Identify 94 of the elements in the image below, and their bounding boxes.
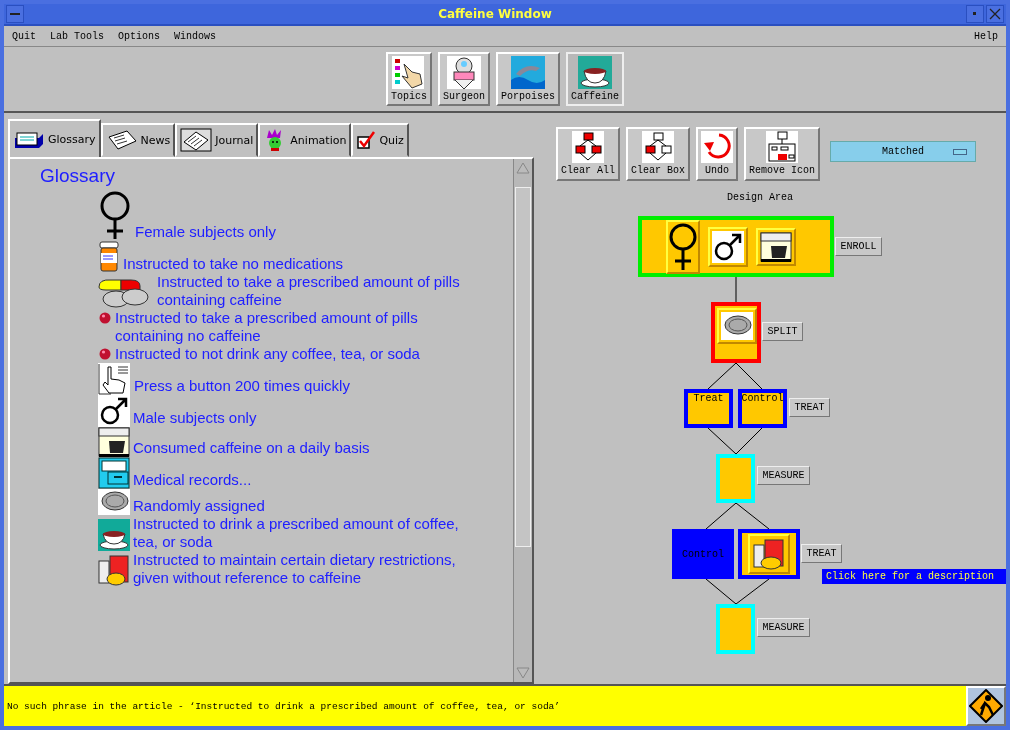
- glossary-term[interactable]: Male subjects only: [133, 409, 257, 427]
- flowchart-icon: [642, 131, 674, 163]
- book-icon: [180, 128, 213, 152]
- match-dropdown[interactable]: Matched: [830, 141, 977, 162]
- design-tool-button[interactable]: Remove Icon: [744, 127, 821, 181]
- glossary-term[interactable]: Randomly assigned: [133, 497, 265, 515]
- glossary-term[interactable]: Female subjects only: [135, 223, 276, 241]
- male-symbol-icon: [98, 395, 130, 427]
- connector-line: [705, 502, 770, 530]
- minimize-button[interactable]: [966, 5, 984, 23]
- glossary-term[interactable]: Instructed to take a prescribed amount of pills containing no caffeine: [115, 309, 468, 345]
- glossary-term[interactable]: Instructed to take no medications: [123, 255, 344, 273]
- coffee-cup-icon: [98, 519, 130, 551]
- newspaper-icon: [105, 129, 138, 151]
- step-label-button[interactable]: TREAT: [789, 398, 830, 417]
- coffee-cup-icon: [578, 56, 612, 89]
- menu-item[interactable]: Windows: [174, 30, 217, 42]
- step-label-button[interactable]: TREAT: [801, 544, 842, 563]
- checkbox-tick-icon: [356, 130, 377, 150]
- diagram-icon: [766, 131, 799, 163]
- toolbar-button[interactable]: Surgeon: [438, 52, 490, 106]
- menu-item[interactable]: Lab Tools: [50, 30, 105, 42]
- design-tool-button[interactable]: Clear All: [556, 127, 620, 181]
- scrollbar-thumb[interactable]: [515, 187, 531, 547]
- group-box[interactable]: Treat: [684, 389, 733, 428]
- icon-tile[interactable]: [717, 308, 757, 344]
- dropdown-indicator-icon: [953, 149, 968, 155]
- step-label-button[interactable]: MEASURE: [757, 466, 810, 485]
- glossary-term[interactable]: Press a button 200 times quickly: [134, 377, 350, 395]
- design-area-label: Design Area: [727, 192, 793, 203]
- surgeon-icon: [447, 56, 481, 89]
- finger-pressing-icon: [98, 363, 131, 395]
- coin-icon: [98, 489, 130, 515]
- icon-tile[interactable]: [756, 227, 796, 266]
- coffee-maker-icon: [760, 231, 792, 262]
- connector-line: [705, 578, 770, 605]
- split-box[interactable]: [711, 302, 761, 363]
- glossary-term[interactable]: Instructed to drink a prescribed amount of coffee, tea, or soda: [133, 515, 468, 551]
- dolphin-icon: [511, 56, 545, 89]
- tab[interactable]: News: [100, 123, 176, 157]
- minimize-icon: [973, 12, 977, 16]
- enroll-box[interactable]: [638, 216, 834, 277]
- construction-sign-icon: [969, 689, 1003, 723]
- window-menu-icon: [10, 11, 20, 17]
- help-menu[interactable]: Help: [974, 30, 998, 42]
- tab[interactable]: Animation: [258, 123, 352, 157]
- pill-bottle-icon: [98, 241, 120, 273]
- filing-cabinet-icon: [98, 457, 130, 489]
- male-symbol-icon: [712, 230, 744, 263]
- icon-tile[interactable]: [708, 226, 748, 267]
- design-tool-button[interactable]: Undo: [696, 127, 739, 181]
- step-label-button[interactable]: SPLIT: [762, 322, 803, 341]
- tab[interactable]: Quiz: [351, 123, 409, 157]
- design-tool-button[interactable]: Clear Box: [626, 127, 691, 181]
- scrollbar[interactable]: [513, 159, 532, 682]
- tooltip[interactable]: Click here for a description: [822, 569, 1006, 584]
- glossary-term[interactable]: Instructed to not drink any coffee, tea, or soda: [115, 345, 420, 363]
- connector-line: [707, 362, 763, 390]
- connector-line: [707, 427, 763, 455]
- group-box[interactable]: Control: [738, 389, 787, 428]
- icon-tile[interactable]: [748, 534, 790, 574]
- bullet-icon: [98, 347, 112, 361]
- close-button[interactable]: [986, 5, 1004, 23]
- toolbar-button[interactable]: Caffeine: [566, 52, 625, 106]
- status-message: No such phrase in the article - ‘Instructed to drink a prescribed amount of coffee, tea, or soda’: [6, 699, 561, 714]
- coffee-maker-icon: [98, 427, 130, 457]
- step-label-button[interactable]: ENROLL: [835, 237, 882, 256]
- menu-item[interactable]: Quit: [12, 30, 36, 42]
- tab[interactable]: Glossary: [8, 119, 101, 157]
- status-button[interactable]: [966, 686, 1006, 726]
- flowchart-icon: [572, 131, 604, 163]
- tab[interactable]: Journal: [175, 123, 259, 157]
- toolbar-button[interactable]: Porpoises: [496, 52, 560, 106]
- food-box-icon: [752, 538, 786, 570]
- menu-item[interactable]: Options: [118, 30, 161, 42]
- glossary-term[interactable]: Medical records...: [133, 471, 252, 489]
- coin-icon: [721, 312, 753, 340]
- connector-line: [735, 276, 737, 303]
- female-symbol-icon: [668, 221, 698, 272]
- step-label-button[interactable]: MEASURE: [757, 618, 810, 637]
- close-icon: [989, 8, 1001, 20]
- glossary-term[interactable]: Instructed to take a prescribed amount of pills containing caffeine: [157, 273, 468, 309]
- treatment-box[interactable]: [738, 529, 800, 579]
- glossary-term[interactable]: Consumed caffeine on a daily basis: [133, 439, 370, 457]
- glossary-term[interactable]: Instructed to maintain certain dietary restrictions, given without reference to caffeine: [133, 551, 468, 587]
- hand-pointing-icon: [391, 56, 426, 89]
- toolbar-button[interactable]: Topics: [385, 52, 432, 106]
- female-symbol-icon: [98, 191, 132, 241]
- window-title: Caffeine Window: [437, 7, 553, 21]
- window-menu-button[interactable]: [6, 5, 24, 23]
- icon-tile[interactable]: [666, 219, 700, 274]
- food-box-icon: [98, 555, 130, 587]
- bullet-icon: [98, 311, 112, 325]
- glossary-heading: Glossary: [40, 165, 116, 187]
